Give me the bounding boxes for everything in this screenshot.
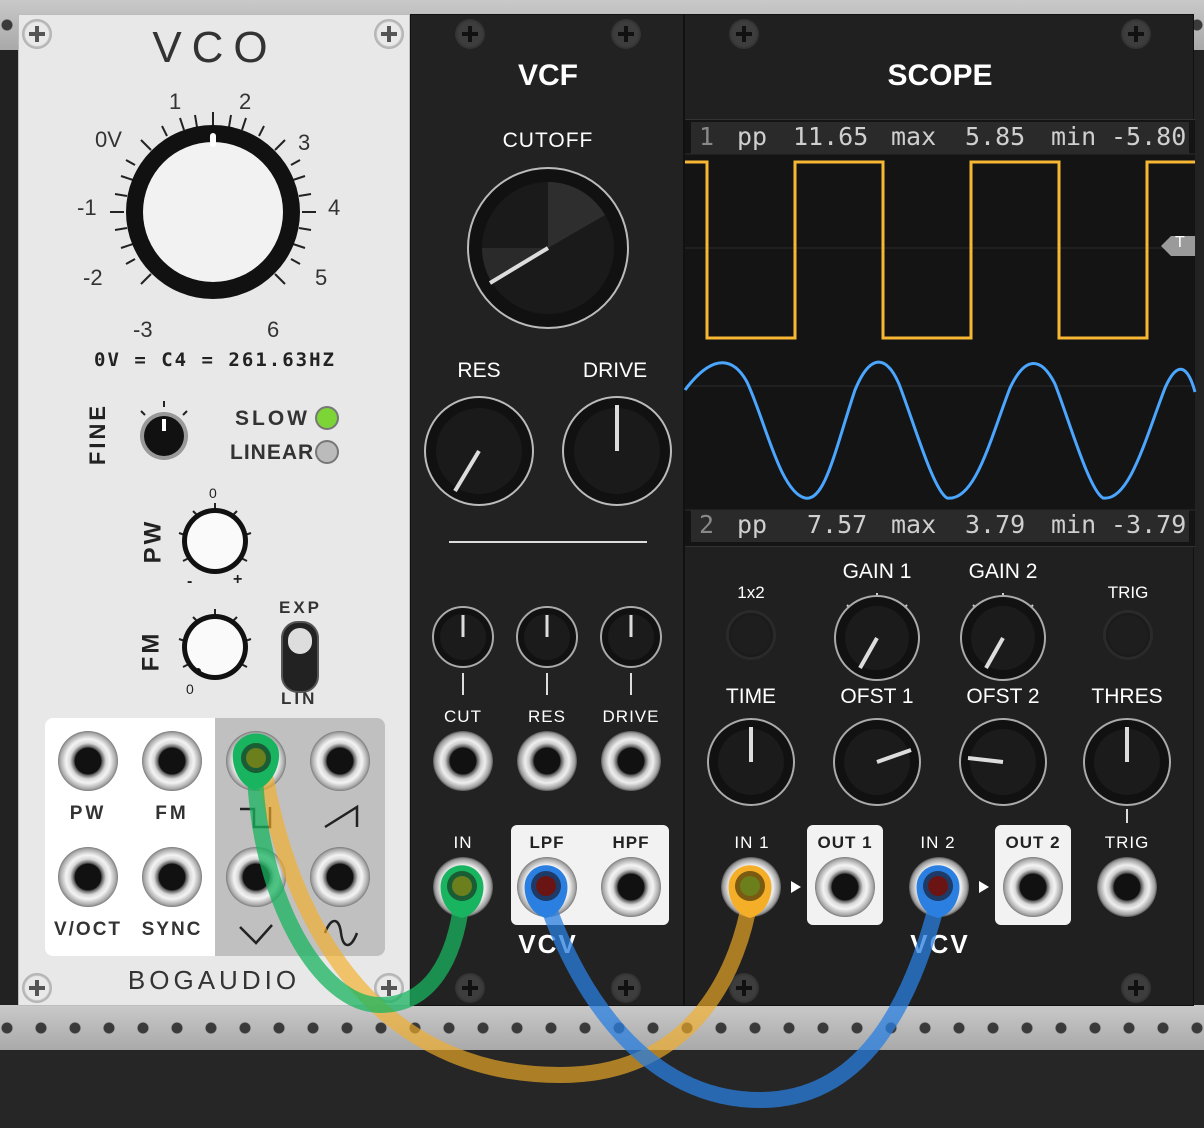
patch-cables	[232, 733, 960, 1109]
cable-yellow	[258, 772, 758, 1084]
cable-green	[247, 767, 470, 1014]
cable-plug[interactable]	[728, 865, 772, 918]
cable-plug[interactable]	[524, 865, 568, 918]
cable-plug[interactable]	[916, 865, 960, 918]
cable-plug[interactable]	[440, 865, 484, 918]
